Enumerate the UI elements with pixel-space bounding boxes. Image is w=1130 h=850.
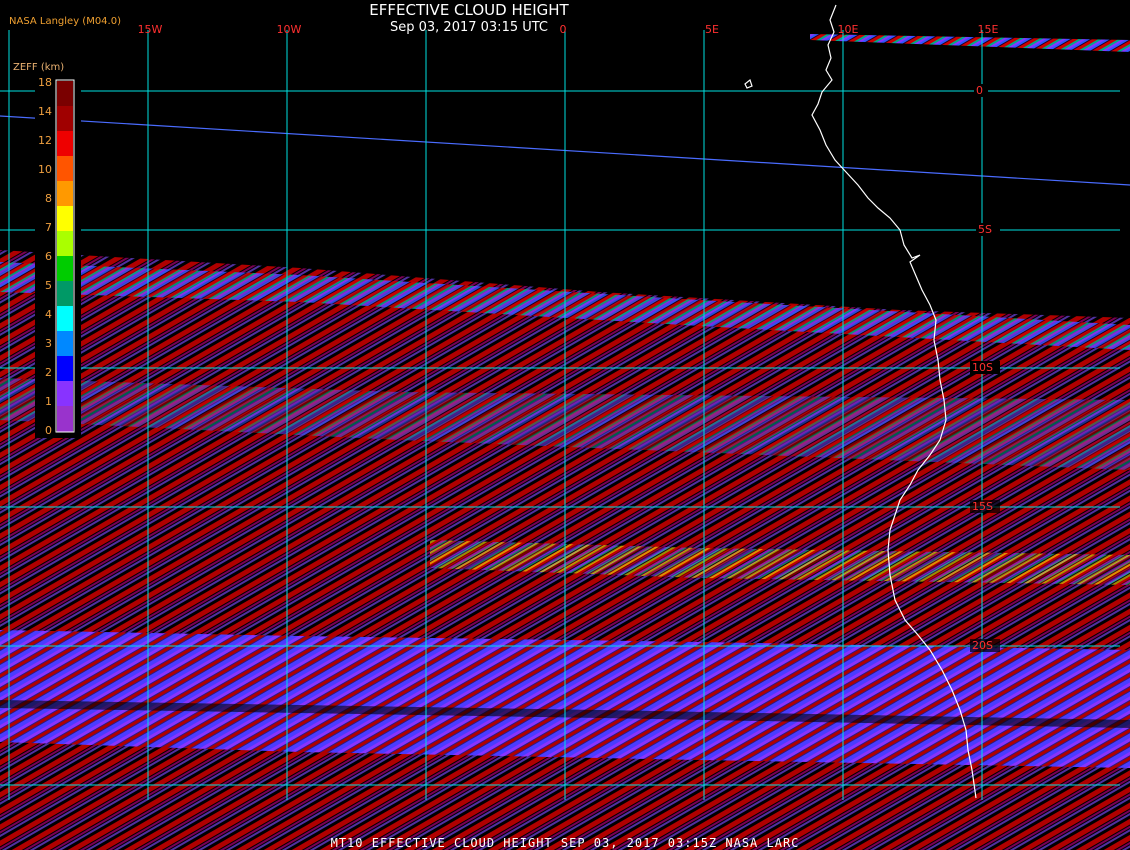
- colorbar-tick-label: 6: [45, 250, 52, 263]
- colorbar-swatch: [57, 331, 73, 357]
- map-title: EFFECTIVE CLOUD HEIGHT: [369, 1, 569, 19]
- colorbar-swatches: [57, 81, 73, 432]
- colorbar-swatch: [57, 206, 73, 232]
- colorbar-swatch: [57, 306, 73, 332]
- colorbar-tick-label: 18: [38, 76, 52, 89]
- colorbar-tick-label: 14: [38, 105, 52, 118]
- colorbar-swatch: [57, 81, 73, 107]
- lat-label: 10S: [972, 361, 993, 374]
- colorbar-swatch: [57, 181, 73, 207]
- colorbar-tick-label: 10: [38, 163, 52, 176]
- colorbar-swatch: [57, 231, 73, 257]
- colorbar-tick-label: 0: [45, 424, 52, 437]
- colorbar-tick-label: 2: [45, 366, 52, 379]
- colorbar-swatch: [57, 406, 73, 432]
- colorbar-swatch: [57, 106, 73, 132]
- lat-label: 5S: [978, 223, 992, 236]
- colorbar-swatch: [57, 256, 73, 282]
- lat-label: 20S: [972, 639, 993, 652]
- colorbar-label: ZEFF (km): [13, 62, 65, 73]
- lon-label: 15E: [978, 23, 999, 36]
- lat-label: 0: [976, 84, 983, 97]
- swath-upper-strip: [810, 34, 1130, 52]
- colorbar-tick-label: 7: [45, 221, 52, 234]
- colorbar-tick-label: 3: [45, 337, 52, 350]
- colorbar-swatch: [57, 281, 73, 307]
- colorbar-swatch: [57, 356, 73, 382]
- colorbar-tick-label: 4: [45, 308, 52, 321]
- colorbar-tick-label: 8: [45, 192, 52, 205]
- map-subtitle: Sep 03, 2017 03:15 UTC: [389, 20, 549, 35]
- colorbar-swatch: [57, 381, 73, 407]
- colorbar-tick-label: 5: [45, 279, 52, 292]
- map-canvas: 15W 10W 0 5E 10E 15E 0 5S 10S 15S 20S: [0, 4, 1130, 850]
- colorbar-tick-label: 1: [45, 395, 52, 408]
- colorbar-swatch: [57, 156, 73, 182]
- colorbar-swatch: [57, 131, 73, 157]
- lat-label: 15S: [972, 500, 993, 513]
- colorbar-tick-label: 12: [38, 134, 52, 147]
- footer-caption: MT10 EFFECTIVE CLOUD HEIGHT SEP 03, 2017…: [330, 836, 800, 850]
